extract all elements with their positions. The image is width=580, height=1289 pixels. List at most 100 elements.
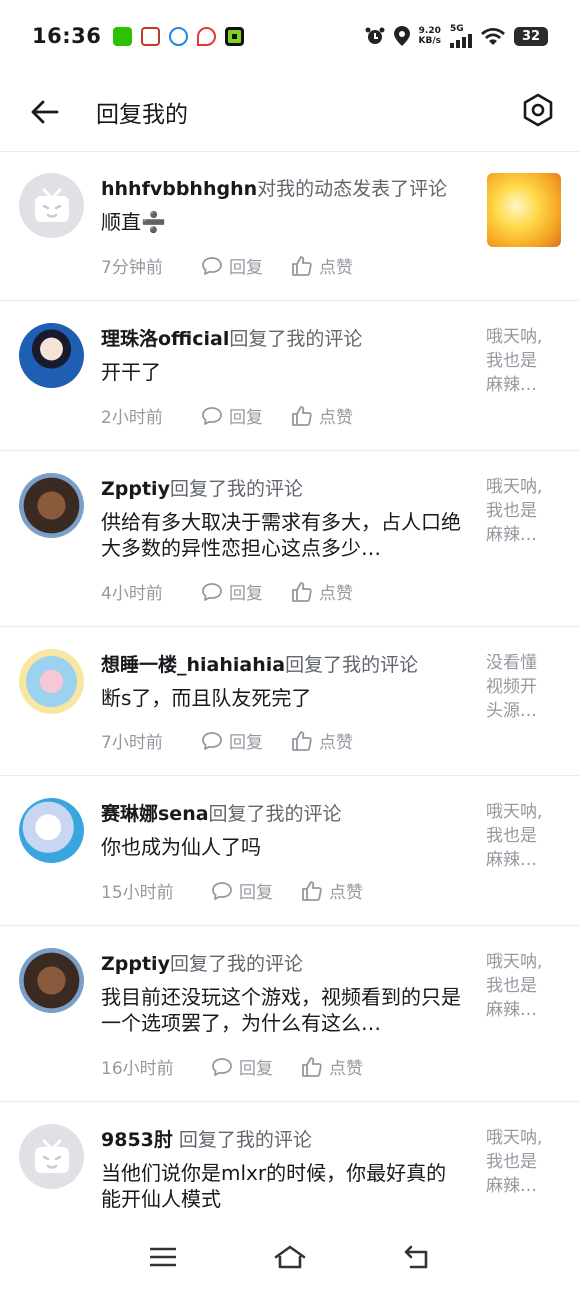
preview-line: 没看懂 [486, 653, 537, 673]
page-title: 回复我的 [96, 101, 188, 128]
avatar[interactable] [19, 798, 84, 863]
comment-content: 理珠洛official回复了我的评论 开干了 [101, 325, 471, 385]
net-speed-unit: KB/s [418, 36, 441, 46]
like-button[interactable]: 点赞 [301, 1054, 363, 1079]
preview-line: 视频开 [486, 677, 537, 697]
preview-line: 我也是 [486, 976, 537, 996]
like-label: 点赞 [319, 733, 353, 753]
comment-text[interactable]: 当他们说你是mlxr的时候，你最好真的能开仙人模式 [101, 1160, 466, 1212]
comment-text[interactable]: 开干了 [101, 359, 471, 385]
reply-button[interactable]: 回复 [201, 728, 263, 753]
avatar[interactable] [19, 173, 84, 238]
original-comment-preview[interactable]: 没看懂 视频开 头源… [486, 651, 556, 723]
reply-button[interactable]: 回复 [211, 1054, 273, 1079]
username[interactable]: 想睡一楼_hiahiahia [101, 654, 285, 676]
original-comment-preview[interactable]: 哦天呐, 我也是 麻辣… [486, 800, 556, 872]
green-app-icon [225, 26, 245, 46]
comment-text[interactable]: 顺直➗ [101, 209, 471, 235]
list-item[interactable]: 9853肘 回复了我的评论 当他们说你是mlxr的时候，你最好真的能开仙人模式 哦… [0, 1102, 580, 1242]
like-label: 点赞 [329, 1059, 363, 1079]
preview-line: 我也是 [486, 1152, 537, 1172]
default-avatar-icon [34, 188, 69, 222]
username[interactable]: hhhfvbbhhghn [101, 178, 257, 200]
preview-line: 麻辣… [486, 525, 537, 545]
avatar[interactable] [19, 473, 84, 538]
reply-label: 回复 [239, 1059, 273, 1079]
preview-line: 我也是 [486, 501, 537, 521]
username[interactable]: Zpptiy [101, 953, 170, 975]
avatar[interactable] [19, 649, 84, 714]
list-item[interactable]: Zpptiy回复了我的评论 我目前还没玩这个游戏，视频看到的只是一个选项罢了，为… [0, 926, 580, 1102]
alarm-icon [365, 27, 385, 44]
preview-line: 哦天呐, [486, 327, 543, 347]
avatar[interactable] [19, 948, 84, 1013]
list-item[interactable]: Zpptiy回复了我的评论 供给有多大取决于需求有多大，占人口绝大多数的异性恋担… [0, 451, 580, 627]
list-item[interactable]: 想睡一楼_hiahiahia回复了我的评论 断s了，而且队友死完了 7小时前 回… [0, 627, 580, 776]
thumbs-up-icon [292, 255, 312, 276]
hexagon-settings-icon [523, 93, 553, 127]
original-comment-preview[interactable]: 哦天呐, 我也是 麻辣… [486, 475, 556, 547]
list-item[interactable]: hhhfvbbhhghn对我的动态发表了评论 顺直➗ 7分钟前 回复 点赞 [0, 153, 580, 301]
like-button[interactable]: 点赞 [301, 878, 363, 903]
comment-header: 理珠洛official回复了我的评论 [101, 325, 471, 353]
reply-label: 回复 [229, 733, 263, 753]
avatar[interactable] [19, 323, 84, 388]
list-item[interactable]: 赛琳娜sena回复了我的评论 你也成为仙人了吗 15小时前 回复 点赞 哦天呐,… [0, 776, 580, 926]
preview-line: 麻辣… [486, 375, 537, 395]
wifi-icon [481, 28, 505, 45]
original-comment-preview[interactable]: 哦天呐, 我也是 麻辣… [486, 1126, 556, 1198]
net-speed: 9.20 KB/s [419, 26, 441, 46]
reply-button[interactable]: 回复 [211, 878, 273, 903]
comment-text[interactable]: 你也成为仙人了吗 [101, 834, 471, 860]
network-type: 5G [450, 23, 464, 34]
original-comment-preview[interactable]: 哦天呐, 我也是 麻辣… [486, 325, 556, 397]
reply-button[interactable]: 回复 [201, 253, 263, 278]
comment-content: Zpptiy回复了我的评论 我目前还没玩这个游戏，视频看到的只是一个选项罢了，为… [101, 950, 471, 1036]
location-icon [393, 26, 410, 46]
list-item[interactable]: 理珠洛official回复了我的评论 开干了 2小时前 回复 点赞 哦天呐, 我… [0, 301, 580, 451]
comment-text[interactable]: 我目前还没玩这个游戏，视频看到的只是一个选项罢了，为什么有这么… [101, 984, 466, 1036]
comment-content: hhhfvbbhhghn对我的动态发表了评论 顺直➗ [101, 175, 471, 235]
status-right: 9.20 KB/s 5G 32 [365, 23, 548, 48]
comment-content: 赛琳娜sena回复了我的评论 你也成为仙人了吗 [101, 800, 471, 860]
comment-meta: 4小时前 回复 点赞 [101, 579, 381, 604]
comment-meta: 7小时前 回复 点赞 [101, 728, 381, 753]
comment-time: 2小时前 [101, 408, 163, 428]
action-text: 回复了我的评论 [169, 953, 303, 975]
like-button[interactable]: 点赞 [291, 579, 353, 604]
original-comment-preview[interactable]: 哦天呐, 我也是 麻辣… [486, 950, 556, 1022]
back-button[interactable] [0, 72, 90, 152]
preview-line: 哦天呐, [486, 477, 543, 497]
preview-line: 哦天呐, [486, 1128, 543, 1148]
notification-icons [113, 26, 245, 46]
comment-text[interactable]: 供给有多大取决于需求有多大，占人口绝大多数的异性恋担心这点多少… [101, 509, 466, 561]
avatar[interactable] [19, 1124, 84, 1189]
reply-button[interactable]: 回复 [201, 579, 263, 604]
mobile-carrier-icon [169, 26, 189, 46]
dynamic-thumbnail[interactable] [487, 173, 561, 247]
username[interactable]: 理珠洛official [101, 328, 229, 350]
username[interactable]: Zpptiy [101, 478, 170, 500]
username[interactable]: 9853肘 [101, 1129, 173, 1151]
reply-label: 回复 [229, 408, 263, 428]
menu-icon [150, 1247, 177, 1267]
back-nav-button[interactable] [387, 1232, 447, 1282]
reply-label: 回复 [229, 258, 263, 278]
like-button[interactable]: 点赞 [291, 728, 353, 753]
recent-apps-button[interactable] [133, 1232, 193, 1282]
reply-button[interactable]: 回复 [201, 403, 263, 428]
settings-button[interactable] [518, 90, 558, 130]
signal-strength: 5G [450, 23, 472, 48]
like-button[interactable]: 点赞 [291, 253, 353, 278]
home-button[interactable] [260, 1232, 320, 1282]
like-button[interactable]: 点赞 [291, 403, 353, 428]
reply-icon [212, 1057, 232, 1076]
page-header: 回复我的 [0, 72, 580, 152]
reply-icon [202, 406, 222, 425]
like-label: 点赞 [319, 408, 353, 428]
preview-line: 头源… [486, 701, 537, 721]
action-text: 回复了我的评论 [178, 1129, 312, 1151]
username[interactable]: 赛琳娜sena [101, 803, 209, 825]
comment-text[interactable]: 断s了，而且队友死完了 [101, 685, 471, 711]
reply-icon [202, 256, 222, 275]
